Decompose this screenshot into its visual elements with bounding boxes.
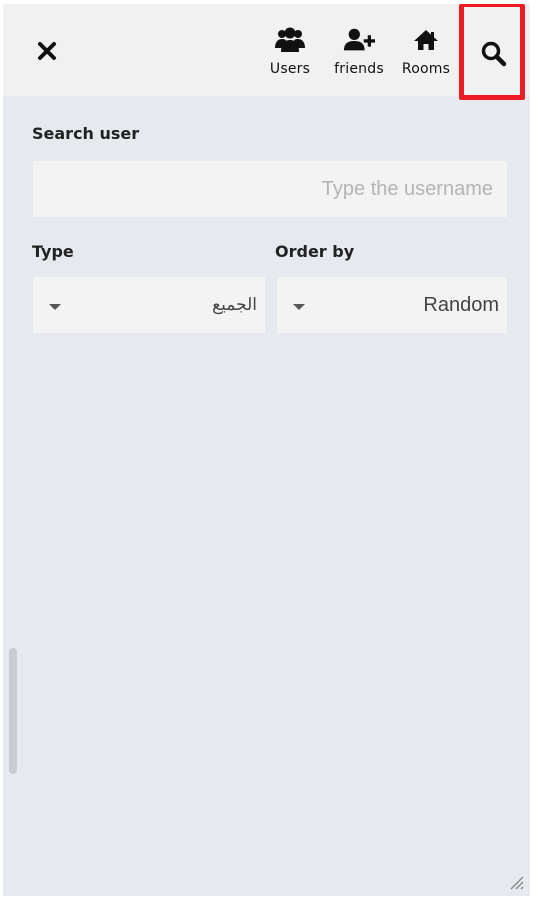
- rooms-tab[interactable]: Rooms: [397, 14, 455, 88]
- add-friend-icon: [343, 25, 375, 55]
- friends-tab-label: friends: [334, 61, 384, 77]
- search-user-label: Search user: [32, 124, 140, 143]
- type-select[interactable]: الجميع: [33, 277, 265, 333]
- order-by-select-value: Random: [423, 293, 499, 316]
- type-select-value: الجميع: [212, 295, 257, 314]
- scrollbar-thumb[interactable]: [9, 648, 17, 774]
- order-by-label: Order by: [275, 242, 355, 261]
- home-icon: [410, 25, 442, 55]
- top-toolbar: Users friends Rooms: [3, 4, 530, 100]
- search-panel: Users friends Rooms Search user Type the…: [3, 4, 530, 896]
- users-tab-label: Users: [269, 61, 311, 77]
- close-icon: [38, 42, 56, 60]
- users-icon: [274, 25, 306, 55]
- search-input[interactable]: [33, 161, 507, 217]
- chevron-down-icon: [49, 304, 61, 310]
- rooms-tab-label: Rooms: [401, 61, 451, 77]
- order-by-select[interactable]: Random: [277, 277, 507, 333]
- users-tab[interactable]: Users: [259, 14, 321, 88]
- close-button[interactable]: [15, 14, 79, 88]
- friends-tab[interactable]: friends: [325, 14, 393, 88]
- resize-handle-icon[interactable]: [506, 872, 524, 890]
- search-icon: [481, 41, 507, 67]
- type-label: Type: [32, 242, 74, 261]
- chevron-down-icon: [293, 304, 305, 310]
- search-tab[interactable]: [459, 4, 529, 104]
